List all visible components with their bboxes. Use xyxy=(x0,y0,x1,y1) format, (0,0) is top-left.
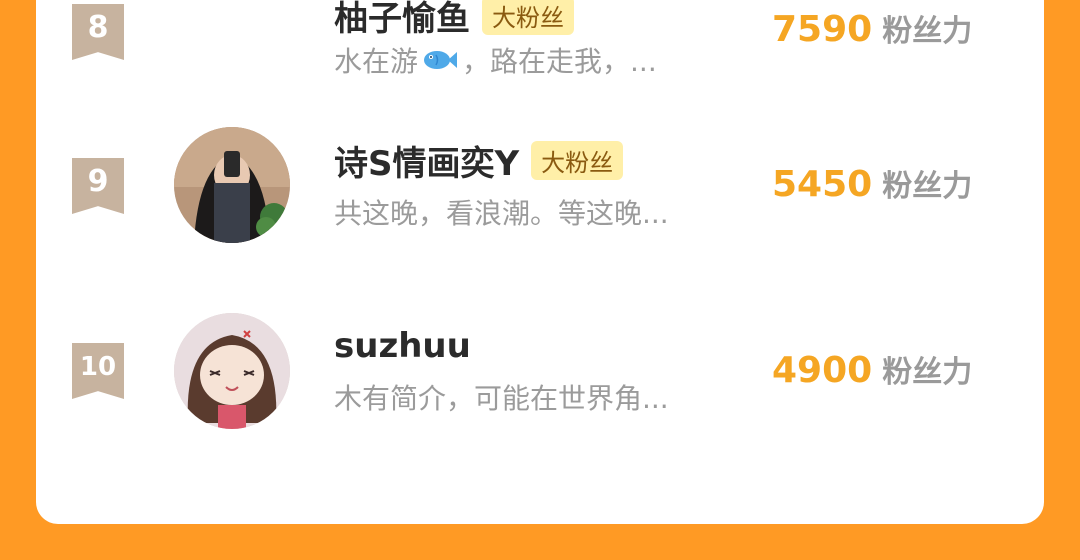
avatar[interactable] xyxy=(174,127,290,243)
user-name[interactable]: 诗S情画奕Y xyxy=(334,136,519,185)
rank-number: 10 xyxy=(79,352,117,382)
name-line: 柚子愉鱼 大粉丝 xyxy=(334,0,574,40)
bio-text-rest: ，路在走我，... xyxy=(462,45,657,78)
user-bio: 水在游 ，路在走我，... xyxy=(334,40,657,82)
fan-score: 5450 粉丝力 xyxy=(772,161,972,205)
fans-ranking-card: 8 柚子愉鱼 大粉丝 水在游 ，路在走我，... 7590 粉丝力 9 诗S情画… xyxy=(36,0,1044,524)
list-item[interactable]: 9 诗S情画奕Y 大粉丝 共这晚，看浪潮。等这晚... 5450 粉丝力 xyxy=(36,127,1044,285)
bio-text: 水在游 xyxy=(334,45,419,78)
name-line: suzhuu xyxy=(334,323,471,369)
score-unit: 粉丝力 xyxy=(882,169,973,204)
fan-score: 4900 粉丝力 xyxy=(772,347,972,391)
score-unit: 粉丝力 xyxy=(882,355,973,390)
fan-badge: 大粉丝 xyxy=(482,0,574,35)
rank-number: 9 xyxy=(87,164,109,199)
fan-score: 7590 粉丝力 xyxy=(772,6,972,50)
fan-badge: 大粉丝 xyxy=(531,140,624,180)
rank-number: 8 xyxy=(87,10,109,45)
list-item[interactable]: 8 柚子愉鱼 大粉丝 水在游 ，路在走我，... 7590 粉丝力 xyxy=(36,0,1044,110)
rank-badge: 10 xyxy=(72,343,124,399)
name-line: 诗S情画奕Y 大粉丝 xyxy=(334,136,624,185)
score-value: 7590 xyxy=(772,9,873,50)
score-value: 4900 xyxy=(772,350,873,391)
fish-icon xyxy=(422,45,458,82)
user-bio: 木有简介，可能在世界角... xyxy=(334,382,669,415)
score-value: 5450 xyxy=(772,164,873,205)
rank-badge: 9 xyxy=(72,158,124,214)
user-name[interactable]: 柚子愉鱼 xyxy=(334,0,470,40)
rank-badge: 8 xyxy=(72,4,124,60)
user-bio: 共这晚，看浪潮。等这晚... xyxy=(334,197,669,230)
user-name[interactable]: suzhuu xyxy=(334,326,471,366)
avatar[interactable] xyxy=(174,313,290,429)
score-unit: 粉丝力 xyxy=(882,14,973,49)
list-item[interactable]: 10 suzhuu 木有简介，可能在世界角... 4900 粉丝力 xyxy=(36,313,1044,471)
